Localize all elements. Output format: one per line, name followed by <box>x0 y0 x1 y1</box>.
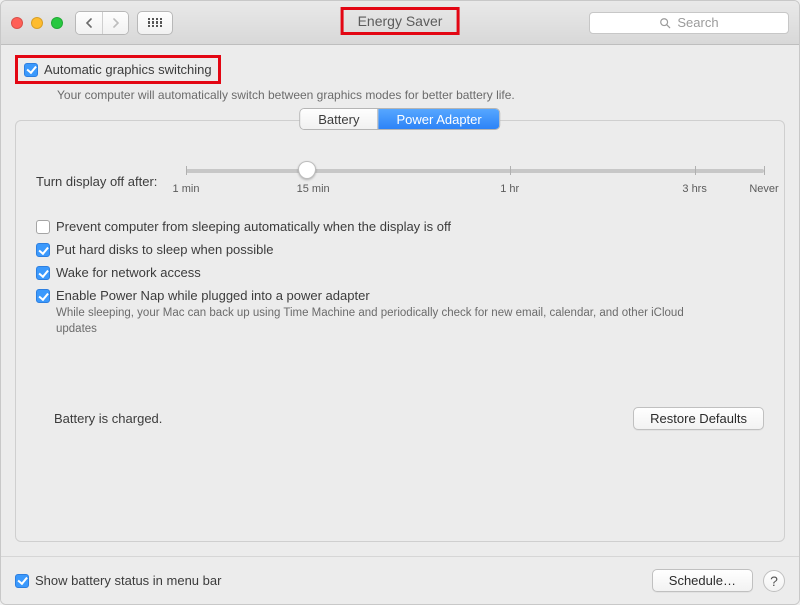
nav-back-forward <box>75 11 129 35</box>
window-title: Energy Saver <box>341 7 460 35</box>
titlebar: Energy Saver Search <box>1 1 799 45</box>
auto-graphics-checkbox[interactable] <box>24 63 38 77</box>
prevent-sleep-label: Prevent computer from sleeping automatic… <box>56 219 451 234</box>
bottom-row: Show battery status in menu bar Schedule… <box>1 556 799 604</box>
restore-defaults-button[interactable]: Restore Defaults <box>633 407 764 430</box>
tab-control: Battery Power Adapter <box>299 108 500 130</box>
power-nap-checkbox[interactable] <box>36 289 50 303</box>
hard-disks-checkbox[interactable] <box>36 243 50 257</box>
show-all-button[interactable] <box>137 11 173 35</box>
tab-power-adapter[interactable]: Power Adapter <box>377 109 499 129</box>
wake-network-label: Wake for network access <box>56 265 201 280</box>
title-highlight: Energy Saver <box>341 7 460 35</box>
tick-1hr: 1 hr <box>500 183 519 195</box>
help-icon: ? <box>770 573 778 589</box>
display-off-slider[interactable]: 1 min 15 min 1 hr 3 hrs Never <box>186 161 764 201</box>
search-icon <box>659 17 671 29</box>
opt-hard-disks: Put hard disks to sleep when possible <box>36 242 764 257</box>
hard-disks-label: Put hard disks to sleep when possible <box>56 242 274 257</box>
slider-track <box>186 169 764 173</box>
content-area: Automatic graphics switching Your comput… <box>1 45 799 556</box>
chevron-right-icon <box>112 18 120 28</box>
back-button[interactable] <box>76 12 102 34</box>
menubar-status-label: Show battery status in menu bar <box>35 573 221 588</box>
grid-icon <box>148 18 162 28</box>
opt-prevent-sleep: Prevent computer from sleeping automatic… <box>36 219 764 234</box>
schedule-button[interactable]: Schedule… <box>652 569 753 592</box>
options-list: Prevent computer from sleeping automatic… <box>36 219 764 337</box>
opt-power-nap: Enable Power Nap while plugged into a po… <box>36 288 764 303</box>
slider-thumb[interactable] <box>298 161 316 179</box>
wake-network-checkbox[interactable] <box>36 266 50 280</box>
display-off-label: Turn display off after: <box>36 174 186 189</box>
tab-battery[interactable]: Battery <box>300 109 377 129</box>
battery-status: Battery is charged. <box>54 411 162 426</box>
auto-graphics-description: Your computer will automatically switch … <box>57 88 785 102</box>
help-button[interactable]: ? <box>763 570 785 592</box>
tick-15min: 15 min <box>297 183 330 195</box>
minimize-window-button[interactable] <box>31 17 43 29</box>
display-off-slider-row: Turn display off after: 1 min 15 min 1 h… <box>36 161 764 201</box>
search-field[interactable]: Search <box>589 12 789 34</box>
close-window-button[interactable] <box>11 17 23 29</box>
zoom-window-button[interactable] <box>51 17 63 29</box>
auto-graphics-highlight: Automatic graphics switching <box>15 55 221 84</box>
panel-footer: Battery is charged. Restore Defaults <box>36 407 764 430</box>
prevent-sleep-checkbox[interactable] <box>36 220 50 234</box>
forward-button[interactable] <box>102 12 128 34</box>
prefs-window: Energy Saver Search Automatic graphics s… <box>0 0 800 605</box>
chevron-left-icon <box>85 18 93 28</box>
tick-never: Never <box>749 183 778 195</box>
tick-3hrs: 3 hrs <box>682 183 706 195</box>
tick-1min: 1 min <box>173 183 200 195</box>
opt-wake-network: Wake for network access <box>36 265 764 280</box>
menubar-status-checkbox[interactable] <box>15 574 29 588</box>
search-placeholder: Search <box>677 15 718 30</box>
power-nap-sublabel: While sleeping, your Mac can back up usi… <box>56 306 706 337</box>
auto-graphics-label: Automatic graphics switching <box>44 62 212 77</box>
power-nap-label: Enable Power Nap while plugged into a po… <box>56 288 370 303</box>
settings-panel: Battery Power Adapter Turn display off a… <box>15 120 785 542</box>
traffic-lights <box>11 17 63 29</box>
